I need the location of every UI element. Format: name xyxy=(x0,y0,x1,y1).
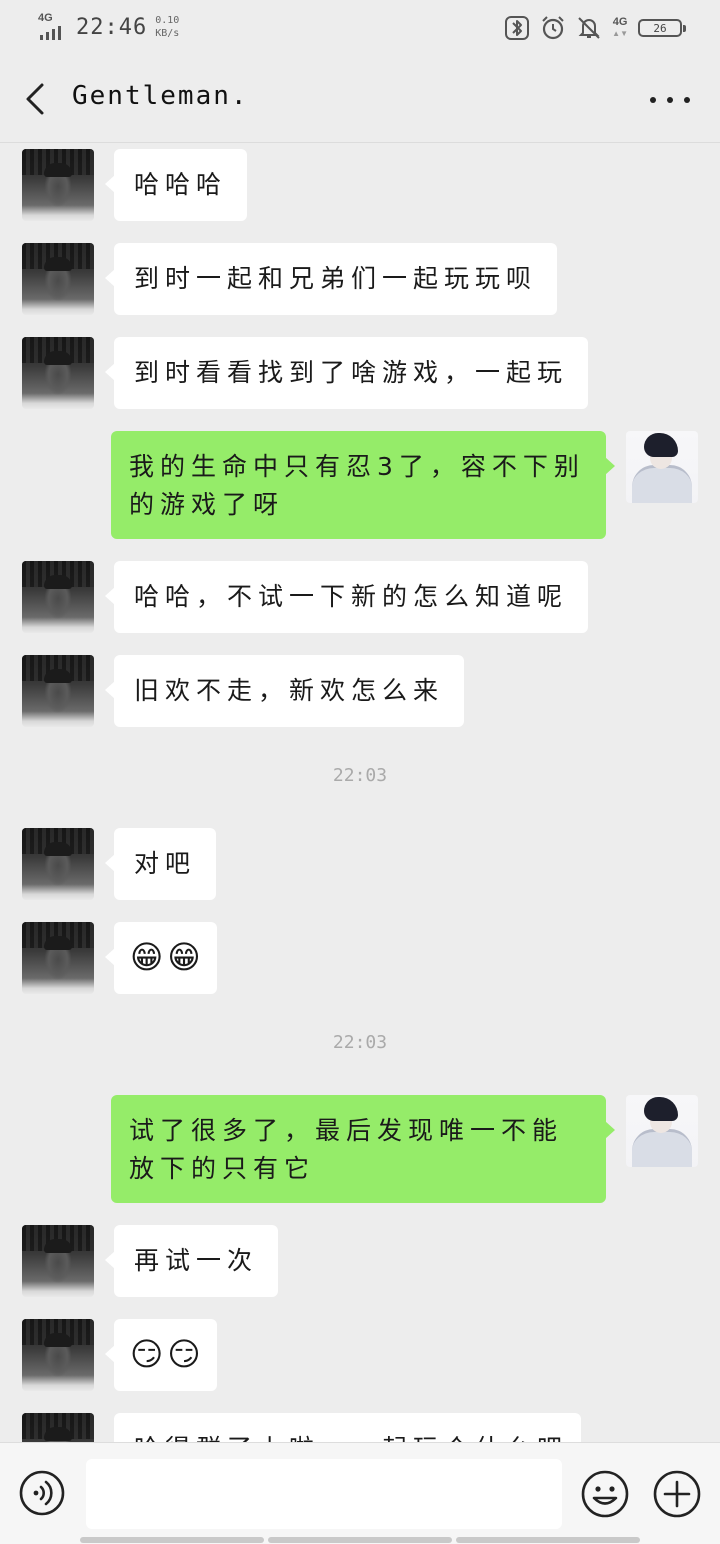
contact-avatar[interactable] xyxy=(22,1413,94,1442)
chat-header: Gentleman. xyxy=(0,55,720,143)
message-bubble[interactable]: 再试一次 xyxy=(104,1225,279,1297)
chevron-left-icon xyxy=(26,83,44,115)
status-left: 4G 22:46 0.10 KB/s xyxy=(38,10,179,44)
network-type-label: 4G xyxy=(38,12,53,24)
emoji-group: 😏 😏 xyxy=(130,1335,201,1373)
message-text: 旧欢不走，新欢怎么来 xyxy=(134,676,445,705)
signal-icon: 4G xyxy=(38,12,68,42)
message-list[interactable]: 哈哈哈 到时一起和兄弟们一起玩玩呗 到时看看找到了啥游戏，一起玩 我的生命中只有… xyxy=(0,143,720,1442)
smirk-emoji: 😏 xyxy=(167,1335,201,1373)
message-text: 再试一次 xyxy=(134,1246,259,1275)
message-text: 到时一起和兄弟们一起玩玩呗 xyxy=(134,264,538,293)
self-avatar[interactable] xyxy=(626,431,698,503)
network-speed-value: 0.10 xyxy=(155,15,180,26)
status-time: 22:46 xyxy=(76,14,148,40)
message-bubble[interactable]: 旧欢不走，新欢怎么来 xyxy=(104,655,465,727)
contact-avatar[interactable] xyxy=(22,655,94,727)
message-bubble[interactable]: 😁 😁 xyxy=(105,922,217,994)
self-avatar[interactable] xyxy=(626,1095,698,1167)
message-row: 哈得群了上啦，一起玩个什么吧 xyxy=(0,1413,720,1442)
more-functions-button[interactable] xyxy=(652,1469,702,1519)
contact-avatar[interactable] xyxy=(22,828,94,900)
message-timestamp: 22:03 xyxy=(332,765,388,786)
message-row: 对吧 xyxy=(0,828,720,900)
gesture-bar xyxy=(80,1537,640,1543)
message-row: 旧欢不走，新欢怎么来 xyxy=(0,655,720,727)
message-text: 哈哈哈 xyxy=(134,170,228,199)
chat-title: Gentleman. xyxy=(72,81,249,111)
voice-icon xyxy=(19,1470,65,1516)
message-text: 哈哈，不试一下新的怎么知道呢 xyxy=(134,582,569,611)
message-row: 我的生命中只有忍3了，容不下别的游戏了呀 xyxy=(0,431,720,539)
message-bubble[interactable]: 对吧 xyxy=(104,828,217,900)
message-bubble[interactable]: 😏 😏 xyxy=(105,1319,217,1391)
alarm-icon xyxy=(542,16,564,40)
battery-icon: 26 xyxy=(638,19,686,37)
message-text: 到时看看找到了啥游戏，一起玩 xyxy=(134,358,569,387)
message-bubble[interactable]: 到时一起和兄弟们一起玩玩呗 xyxy=(104,243,558,315)
mute-icon xyxy=(578,17,600,39)
more-dot xyxy=(684,97,690,103)
emoji-button[interactable] xyxy=(580,1469,630,1519)
message-timestamp: 22:03 xyxy=(332,1032,388,1053)
contact-avatar[interactable] xyxy=(22,1225,94,1297)
message-row: 试了很多了，最后发现唯一不能放下的只有它 xyxy=(0,1095,720,1203)
message-text: 对吧 xyxy=(134,849,197,878)
message-bubble[interactable]: 哈得群了上啦，一起玩个什么吧 xyxy=(114,1413,581,1442)
smirk-emoji: 😏 xyxy=(130,1335,164,1373)
contact-avatar[interactable] xyxy=(22,922,94,994)
status-bar: 4G 22:46 0.10 KB/s 4G ▲▼ 26 xyxy=(0,0,720,55)
contact-avatar[interactable] xyxy=(22,561,94,633)
contact-avatar[interactable] xyxy=(22,337,94,409)
battery-level: 26 xyxy=(653,21,667,35)
status-right: 4G ▲▼ 26 xyxy=(504,12,686,44)
message-text: 哈得群了上啦，一起玩个什么吧 xyxy=(134,1434,568,1442)
voice-button[interactable] xyxy=(18,1469,66,1517)
message-text: 我的生命中只有忍3了，容不下别的游戏了呀 xyxy=(129,452,585,519)
message-row: 到时看看找到了啥游戏，一起玩 xyxy=(0,337,720,409)
smiley-icon xyxy=(581,1470,629,1518)
network-speed: 0.10 KB/s xyxy=(155,14,179,40)
back-button[interactable] xyxy=(18,79,58,119)
contact-avatar[interactable] xyxy=(22,243,94,315)
message-row: 😁 😁 xyxy=(0,922,720,994)
message-row: 哈哈，不试一下新的怎么知道呢 xyxy=(0,561,720,633)
network-4g-indicator: 4G ▲▼ xyxy=(612,16,628,39)
more-options-button[interactable] xyxy=(650,83,690,117)
network-4g-label: 4G xyxy=(612,16,628,28)
message-bubble-self[interactable]: 试了很多了，最后发现唯一不能放下的只有它 xyxy=(111,1095,615,1203)
emoji-group: 😁 😁 xyxy=(130,938,201,976)
message-text: 试了很多了，最后发现唯一不能放下的只有它 xyxy=(129,1116,564,1183)
message-row: 哈哈哈 xyxy=(0,149,720,221)
more-dot xyxy=(650,97,656,103)
message-row: 😏 😏 xyxy=(0,1319,720,1391)
grinning-emoji: 😁 xyxy=(167,938,201,976)
contact-avatar[interactable] xyxy=(22,1319,94,1391)
bluetooth-icon xyxy=(505,16,530,40)
grinning-emoji: 😁 xyxy=(130,938,164,976)
message-row: 再试一次 xyxy=(0,1225,720,1297)
message-input[interactable] xyxy=(86,1459,562,1529)
message-bubble[interactable]: 哈哈，不试一下新的怎么知道呢 xyxy=(104,561,589,633)
message-row: 到时一起和兄弟们一起玩玩呗 xyxy=(0,243,720,315)
message-bubble[interactable]: 到时看看找到了啥游戏，一起玩 xyxy=(104,337,589,409)
plus-circle-icon xyxy=(653,1470,701,1518)
input-bar xyxy=(0,1442,720,1544)
more-dot xyxy=(667,97,673,103)
message-bubble[interactable]: 哈哈哈 xyxy=(104,149,248,221)
network-speed-unit: KB/s xyxy=(155,28,180,39)
message-bubble-self[interactable]: 我的生命中只有忍3了，容不下别的游戏了呀 xyxy=(111,431,615,539)
contact-avatar[interactable] xyxy=(22,149,94,221)
